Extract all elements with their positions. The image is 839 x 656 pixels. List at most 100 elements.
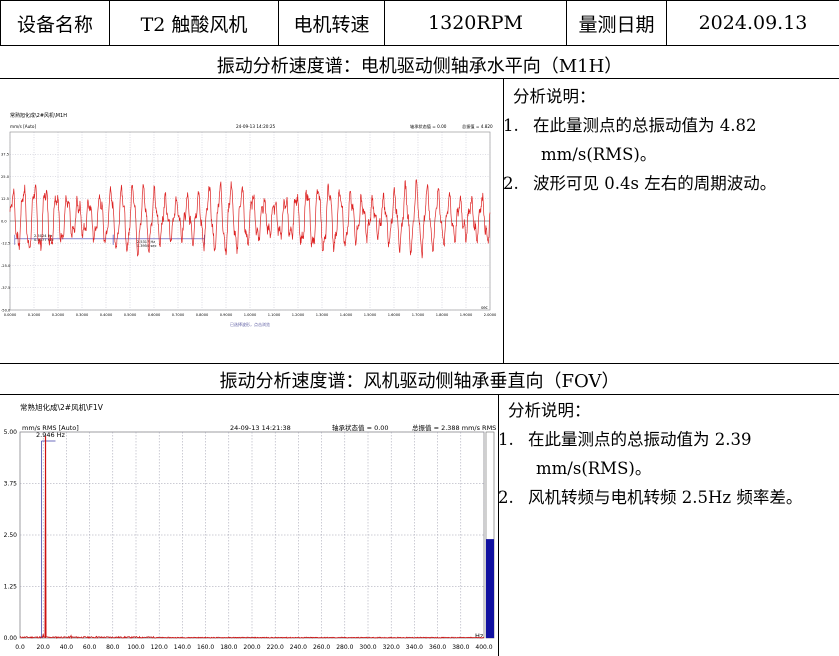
y-tick-label: 12.5 (1, 197, 9, 201)
note-number: 2. (498, 488, 514, 507)
y-tick-label: -37.5 (1, 286, 10, 290)
x-tick-label: 300.0 (359, 644, 376, 651)
waveform-chart: 常熟旭化成\2#风机\M1H mm/s [Auto] 24-09-13 14:2… (0, 108, 500, 336)
date-label: 量测日期 (566, 0, 667, 46)
x-tick-label: 340.0 (406, 644, 423, 651)
x-tick-label: 280.0 (336, 644, 353, 651)
x-tick-label: 400.0 (475, 644, 492, 651)
x-tick-label: 0.0 (15, 644, 25, 651)
chart-ylabel: mm/s [Auto] (10, 124, 36, 129)
x-tick-label: 1.2000 (292, 313, 305, 317)
y-tick-label: 0.0 (1, 219, 7, 223)
note-item: 1. 在此量测点的总振动值为 2.39 (498, 425, 839, 454)
y-tick-label: -12.5 (1, 242, 10, 246)
section2-notes: 分析说明： 1. 在此量测点的总振动值为 2.39 mm/s(RMS)。 2. … (498, 396, 839, 512)
y-tick-label: 5.00 (4, 429, 18, 436)
chart-status: 轴承状态值 = 0.00 (410, 123, 447, 130)
y-tick-label: 2.50 (4, 532, 18, 539)
x-tick-label: 60.0 (83, 644, 97, 651)
date-value: 2024.09.13 (666, 0, 839, 46)
y-tick-label: 1.25 (4, 584, 18, 591)
section2-title: 振动分析速度谱：风机驱动侧轴承垂直向（FOV） (219, 371, 620, 392)
x-tick-label: 1.4000 (340, 313, 353, 317)
note-text: 风机转频与电机转频 2.5Hz 频率差。 (528, 488, 803, 507)
x-tick-label: 160.0 (197, 644, 214, 651)
x-tick-label: 80.0 (106, 644, 120, 651)
x-tick-label: 1.3000 (316, 313, 329, 317)
x-tick-label: 0.1000 (28, 313, 41, 317)
header-table: 设备名称 T2 触酸风机 电机转速 1320RPM 量测日期 2024.09.1… (0, 0, 839, 46)
motor-speed-label: 电机转速 (278, 0, 385, 46)
x-tick-label: 1.8000 (436, 313, 449, 317)
chart-header-left: 常熟旭化成\2#风机\M1H (10, 112, 67, 119)
y-tick-label: 0.00 (4, 635, 18, 642)
x-tick-label: 0.2000 (52, 313, 65, 317)
x-tick-label: 380.0 (452, 644, 469, 651)
x-tick-label: 100.0 (127, 644, 144, 651)
note-text: 波形可见 0.4s 左右的周期波动。 (533, 174, 777, 193)
x-tick-label: 0.6000 (148, 313, 161, 317)
x-tick-label: 0.3000 (76, 313, 89, 317)
section1-notes: 分析说明： 1. 在此量测点的总振动值为 4.82 mm/s(RMS)。 2. … (503, 82, 839, 198)
chart-footer: 已选择波形，点击浏览 (230, 321, 270, 327)
x-tick-label: 180.0 (220, 644, 237, 651)
chart-header-left: 常熟旭化成\2#风机\F1V (20, 402, 104, 412)
device-value: T2 触酸风机 (109, 0, 279, 46)
x-tick-label: 0.4000 (100, 313, 113, 317)
x-tick-label: 1.0000 (244, 313, 257, 317)
divider (0, 78, 839, 79)
notes-title: 分析说明： (508, 401, 591, 420)
motor-speed-value: 1320RPM (384, 0, 567, 46)
spectrum-chart: 常熟旭化成\2#风机\F1V mm/s RMS [Auto] 24-09-13 … (0, 398, 498, 654)
x-tick-label: 0.7000 (172, 313, 185, 317)
section1-title: 振动分析速度谱：电机驱动侧轴承水平向（M1H） (216, 56, 623, 77)
x-tick-label: 1.7000 (412, 313, 425, 317)
note-item: 2. 波形可见 0.4s 左右的周期波动。 (503, 169, 839, 198)
y-tick-label: 37.5 (1, 153, 9, 157)
x-tick-label: 40.0 (60, 644, 74, 651)
x-tick-label: 0.9000 (220, 313, 233, 317)
chart-xlabel: Hz (475, 632, 484, 640)
note-item: 2. 风机转频与电机转频 2.5Hz 频率差。 (498, 483, 839, 512)
chart-status: 轴承状态值 = 0.00 (332, 423, 389, 432)
chart-overall: 总振值 = 4.820 (462, 123, 493, 130)
y-tick-label: 25.0 (1, 175, 10, 179)
note-continuation: mm/s(RMS)。 (541, 145, 657, 164)
note-number: 2. (503, 174, 519, 193)
x-tick-label: 120.0 (151, 644, 168, 651)
x-tick-label: 1.5000 (364, 313, 377, 317)
x-tick-label: 0.8000 (196, 313, 209, 317)
y-tick-label: -50.0 (1, 308, 11, 312)
overall-level-bar (486, 539, 494, 638)
chart-timestamp: 24-09-13 14:20:25 (236, 124, 275, 129)
chart-timestamp: 24-09-13 14:21:38 (230, 424, 291, 432)
y-tick-label: 3.75 (4, 481, 18, 488)
x-tick-label: 2.0000 (484, 313, 497, 317)
y-tick-label: -25.0 (1, 264, 11, 268)
divider (0, 363, 839, 364)
x-tick-label: 1.1000 (268, 313, 281, 317)
note-number: 1. (498, 430, 514, 449)
note-item: 1. 在此量测点的总振动值为 4.82 (503, 111, 839, 140)
note-continuation: mm/s(RMS)。 (536, 459, 652, 478)
x-tick-label: 240.0 (290, 644, 307, 651)
x-tick-label: 360.0 (429, 644, 446, 651)
x-tick-label: 320.0 (383, 644, 400, 651)
x-tick-label: 1.6000 (388, 313, 401, 317)
chart-overall: 总振值 = 2.388 mm/s RMS (412, 423, 496, 432)
notes-title: 分析说明： (513, 87, 596, 106)
note-text: 在此量测点的总振动值为 4.82 (533, 116, 757, 135)
divider (0, 394, 839, 395)
x-tick-label: 20.0 (37, 644, 51, 651)
x-tick-label: 260.0 (313, 644, 330, 651)
x-tick-label: 0.0000 (4, 313, 17, 317)
note-number: 1. (503, 116, 519, 135)
x-tick-label: 220.0 (267, 644, 284, 651)
x-tick-label: 200.0 (243, 644, 260, 651)
chart-xlabel: sec (481, 305, 488, 310)
x-tick-label: 140.0 (174, 644, 191, 651)
cursor-sublabel: 0.3950 sec (137, 244, 157, 248)
x-tick-label: 0.5000 (124, 313, 137, 317)
device-label: 设备名称 (0, 0, 110, 46)
x-tick-label: 1.9000 (460, 313, 473, 317)
